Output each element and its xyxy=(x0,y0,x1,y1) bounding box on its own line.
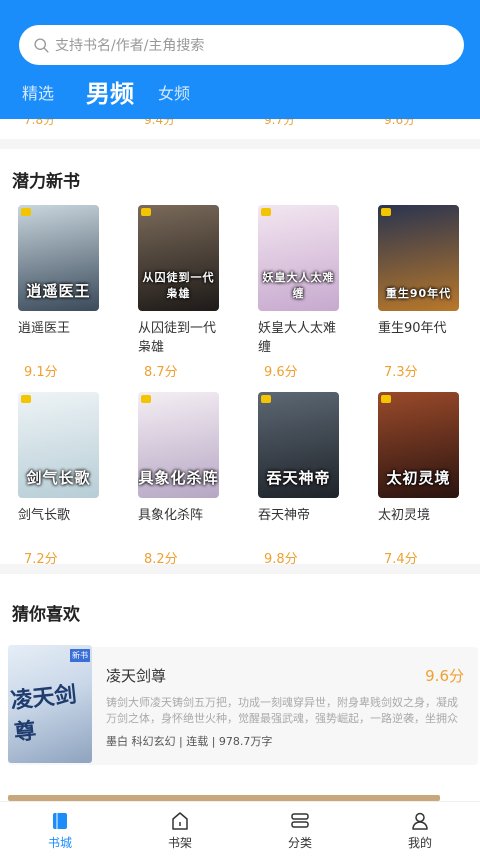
profile-icon xyxy=(412,812,428,830)
content-area[interactable]: 7.8分 9.4分 9.7分 9.6分 潜力新书 逍遥医王 逍遥医王 9.1分 从囚徒… xyxy=(0,119,480,801)
cover-title: 吞天神帝 xyxy=(266,469,331,487)
previous-row-scores: 7.8分 9.4分 9.7分 9.6分 xyxy=(0,119,480,139)
tab-male[interactable]: 男频 xyxy=(86,74,134,109)
section-divider xyxy=(0,139,480,149)
cover-title: 从囚徒到一代枭雄 xyxy=(142,271,215,300)
book-cover[interactable]: 新书 凌天剑尊 xyxy=(8,645,92,763)
section-divider xyxy=(0,564,480,574)
book-cover[interactable]: 剑气长歌 xyxy=(18,392,99,498)
book-meta: 墨白 科幻玄幻 | 连载 | 978.7万字 xyxy=(106,735,273,748)
search-bar[interactable]: 支持书名/作者/主角搜索 xyxy=(19,25,464,65)
book-cover[interactable]: 妖皇大人太难缠 xyxy=(258,205,339,311)
book-score: 9.6分 xyxy=(425,667,464,685)
channel-tabs: 精选 男频 女频 xyxy=(22,74,214,109)
book-item[interactable]: 从囚徒到一代枭雄 从囚徒到一代枭雄 8.7分 xyxy=(138,205,238,380)
nav-profile[interactable]: 我的 xyxy=(360,802,480,860)
cover-title: 凌天剑尊 xyxy=(9,682,78,747)
book-title: 凌天剑尊 xyxy=(106,667,167,685)
publisher-badge-icon xyxy=(381,395,391,403)
section-title-guess: 猜你喜欢 xyxy=(12,605,80,625)
tab-female[interactable]: 女频 xyxy=(158,80,190,104)
book-item[interactable]: 剑气长歌 剑气长歌 7.2分 xyxy=(18,392,118,567)
section-title-potential: 潜力新书 xyxy=(12,172,80,192)
search-icon xyxy=(34,37,49,53)
prev-score: 9.7分 xyxy=(264,119,296,127)
publisher-badge-icon xyxy=(141,395,151,403)
publisher-badge-icon xyxy=(141,208,151,216)
book-score: 9.1分 xyxy=(24,365,58,380)
nav-label: 书城 xyxy=(47,836,72,850)
book-name: 吞天神帝 xyxy=(258,508,311,523)
publisher-badge-icon xyxy=(261,208,271,216)
nav-label: 书架 xyxy=(167,836,192,850)
bookshelf-icon xyxy=(172,812,188,830)
cover-title: 剑气长歌 xyxy=(26,469,91,487)
top-header: 支持书名/作者/主角搜索 精选 男频 女频 xyxy=(0,0,480,119)
book-cover[interactable]: 重生90年代 xyxy=(378,205,459,311)
book-item[interactable]: 太初灵境 太初灵境 7.4分 xyxy=(378,392,478,567)
book-name: 重生90年代 xyxy=(378,321,447,336)
book-name: 逍遥医王 xyxy=(18,321,71,336)
book-item[interactable]: 逍遥医王 逍遥医王 9.1分 xyxy=(18,205,118,380)
cover-title: 逍遥医王 xyxy=(26,282,91,300)
book-item[interactable]: 重生90年代 重生90年代 7.3分 xyxy=(378,205,478,380)
book-score: 7.3分 xyxy=(384,365,418,380)
book-description: 铸剑大师凌天铸剑五万把，功成一刻魂穿异世，附身卑贱剑奴之身，凝成万剑之体，身怀绝… xyxy=(106,696,458,725)
prev-score: 7.8分 xyxy=(24,119,56,127)
book-score: 9.6分 xyxy=(264,365,298,380)
book-item[interactable]: 妖皇大人太难缠 妖皇大人太难缠 9.6分 xyxy=(258,205,358,380)
book-item[interactable]: 具象化杀阵 具象化杀阵 8.2分 xyxy=(138,392,238,567)
tab-selected[interactable]: 精选 xyxy=(22,80,54,104)
nav-bookstore[interactable]: 书城 xyxy=(0,802,120,860)
cover-title: 重生90年代 xyxy=(385,287,452,300)
bookstore-icon xyxy=(53,813,67,829)
bottom-navigation: 书城 书架 分类 我的 xyxy=(0,801,480,860)
book-name: 妖皇大人太难缠 xyxy=(258,321,337,355)
publisher-badge-icon xyxy=(261,395,271,403)
book-cover[interactable]: 逍遥医王 xyxy=(18,205,99,311)
book-name: 具象化杀阵 xyxy=(138,508,204,523)
book-name: 太初灵境 xyxy=(378,508,431,523)
nav-label: 我的 xyxy=(407,836,432,850)
nav-category[interactable]: 分类 xyxy=(240,802,360,860)
book-item[interactable]: 吞天神帝 吞天神帝 9.8分 xyxy=(258,392,358,567)
nav-label: 分类 xyxy=(287,836,312,850)
book-name: 剑气长歌 xyxy=(18,508,71,523)
publisher-badge-icon xyxy=(21,395,31,403)
book-name: 从囚徒到一代枭雄 xyxy=(138,321,217,355)
cover-title: 具象化杀阵 xyxy=(138,469,219,487)
publisher-badge-icon xyxy=(381,208,391,216)
prev-score: 9.4分 xyxy=(144,119,176,127)
cover-title: 太初灵境 xyxy=(386,469,451,487)
publisher-badge-icon xyxy=(21,208,31,216)
book-cover[interactable]: 吞天神帝 xyxy=(258,392,339,498)
prev-score: 9.6分 xyxy=(384,119,416,127)
book-cover[interactable]: 从囚徒到一代枭雄 xyxy=(138,205,219,311)
book-cover[interactable]: 太初灵境 xyxy=(378,392,459,498)
recommend-book-card[interactable]: 新书 凌天剑尊 凌天剑尊 9.6分 铸剑大师凌天铸剑五万把，功成一刻魂穿异世，附… xyxy=(8,645,478,765)
book-cover[interactable]: 具象化杀阵 xyxy=(138,392,219,498)
nav-bookshelf[interactable]: 书架 xyxy=(120,802,240,860)
cover-tag: 新书 xyxy=(70,649,90,662)
cover-title: 妖皇大人太难缠 xyxy=(262,271,335,300)
category-icon xyxy=(291,813,309,828)
search-placeholder: 支持书名/作者/主角搜索 xyxy=(55,38,205,54)
book-score: 8.7分 xyxy=(144,365,178,380)
